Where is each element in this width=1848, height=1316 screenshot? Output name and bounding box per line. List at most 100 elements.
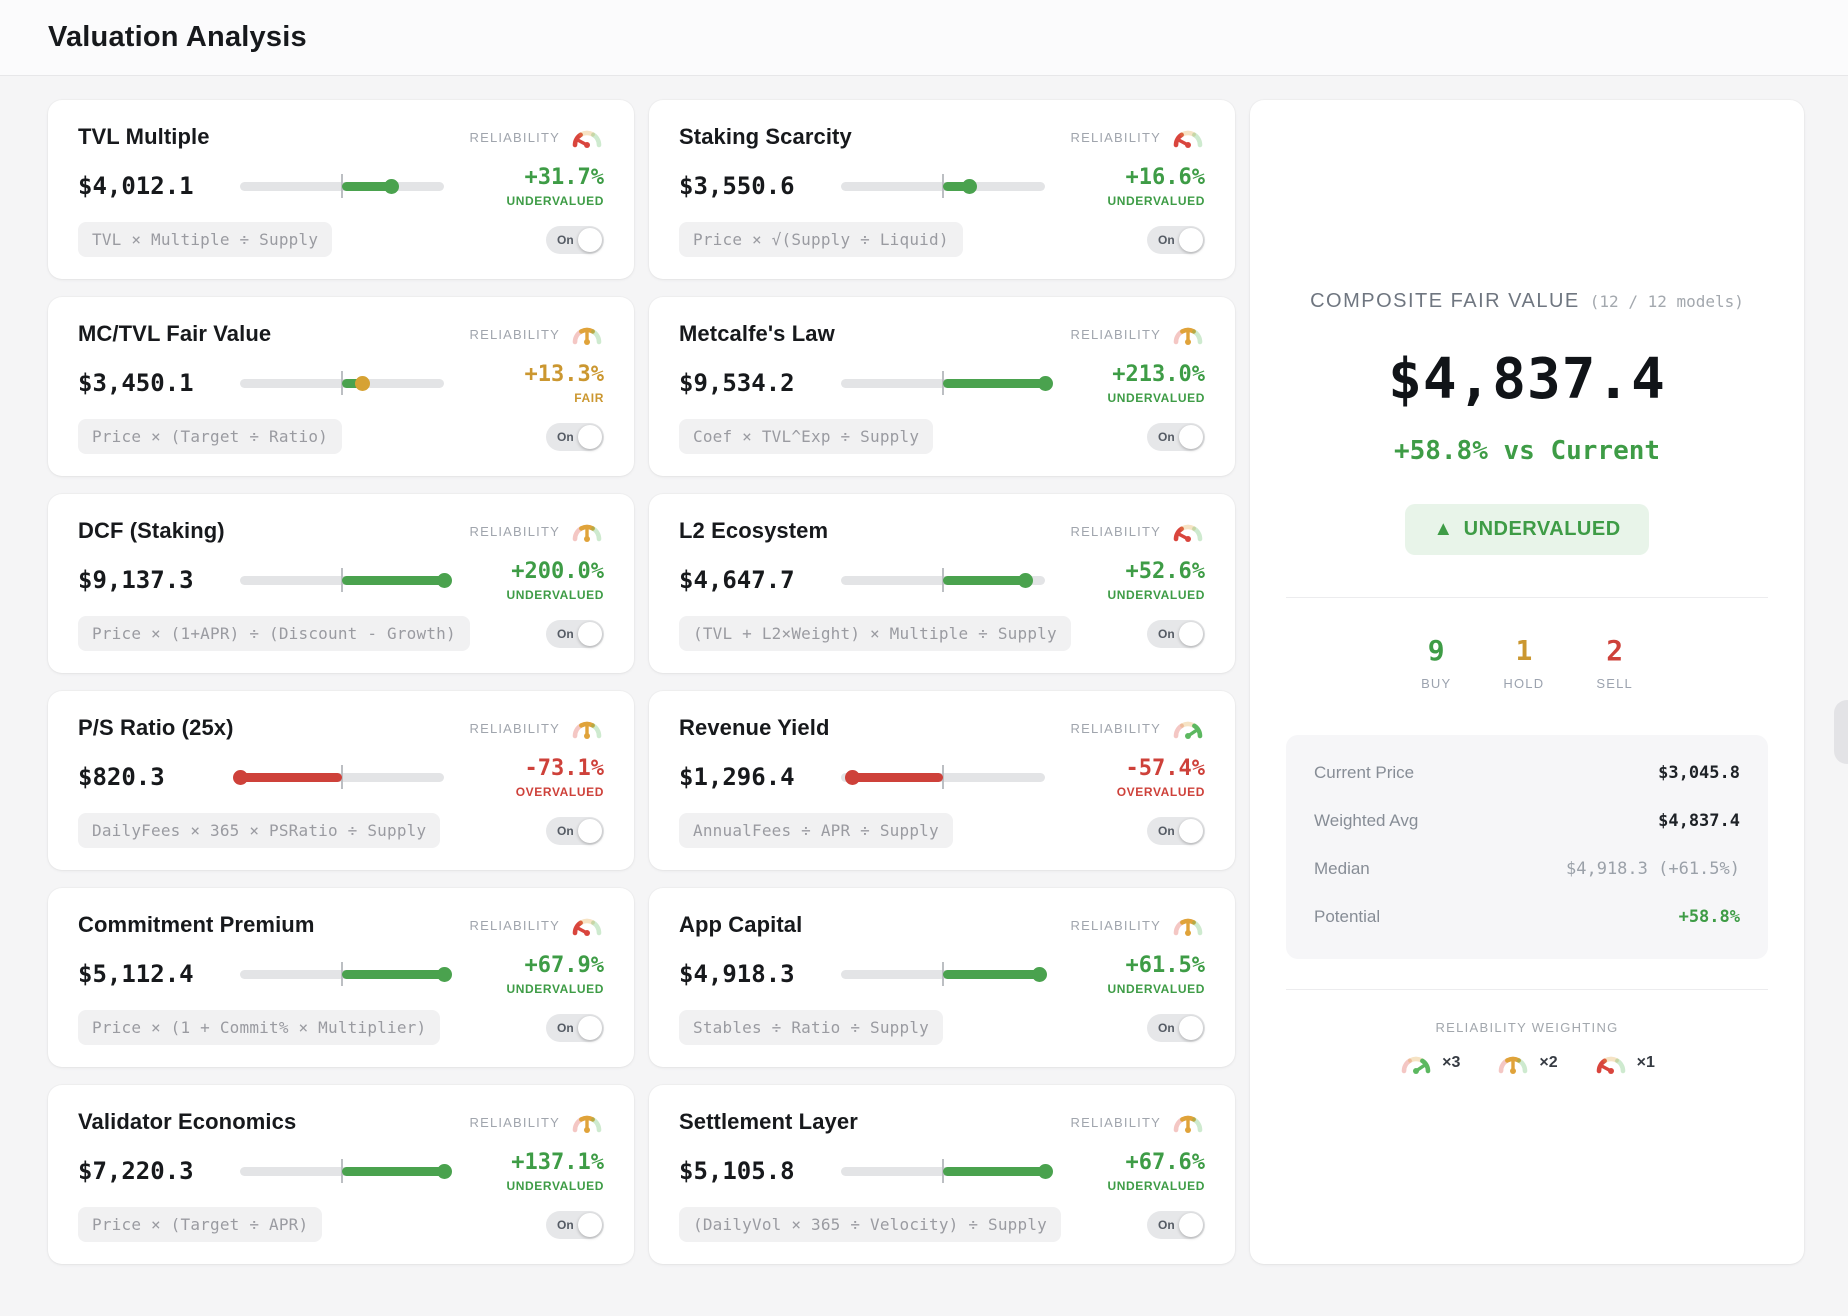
reliability-label: RELIABILITY <box>469 327 560 342</box>
slider-handle[interactable] <box>437 1164 452 1179</box>
model-toggle[interactable]: On <box>546 1211 604 1239</box>
valuation-slider[interactable] <box>240 961 444 987</box>
model-title: Settlement Layer <box>679 1109 858 1135</box>
weighting-multiplier: ×2 <box>1539 1054 1557 1072</box>
stat-label: Current Price <box>1314 763 1414 783</box>
model-toggle[interactable]: On <box>546 620 604 648</box>
reliability-gauge-icon <box>570 125 604 149</box>
model-fair-value: $9,534.2 <box>679 369 837 397</box>
model-toggle-label: On <box>1158 430 1175 444</box>
model-toggle-label: On <box>1158 1021 1175 1035</box>
reliability-label: RELIABILITY <box>1070 918 1161 933</box>
model-fair-value: $9,137.3 <box>78 566 236 594</box>
model-toggle-label: On <box>557 1021 574 1035</box>
model-formula: Price × √(Supply ÷ Liquid) <box>679 222 963 257</box>
model-status: UNDERVALUED <box>1063 391 1205 405</box>
model-toggle[interactable]: On <box>1147 620 1205 648</box>
weighting-multiplier: ×1 <box>1637 1054 1655 1072</box>
model-title: Commitment Premium <box>78 912 315 938</box>
signal-count-sell: 2 SELL <box>1596 634 1633 691</box>
valuation-slider[interactable] <box>240 173 444 199</box>
model-card: MC/TVL Fair Value RELIABILITY $3,450.1 +… <box>48 297 634 476</box>
valuation-slider[interactable] <box>841 173 1045 199</box>
model-card-grid: TVL Multiple RELIABILITY $4,012.1 +31.7%… <box>48 100 1235 1264</box>
slider-handle[interactable] <box>1038 376 1053 391</box>
model-formula: AnnualFees ÷ APR ÷ Supply <box>679 813 953 848</box>
signal-count-label: SELL <box>1596 676 1633 691</box>
valuation-slider[interactable] <box>240 1158 444 1184</box>
stat-label: Weighted Avg <box>1314 811 1418 831</box>
model-toggle-label: On <box>557 233 574 247</box>
slider-handle[interactable] <box>437 967 452 982</box>
model-pct: +52.6% <box>1063 559 1205 584</box>
model-toggle[interactable]: On <box>1147 817 1205 845</box>
model-formula: Price × (1+APR) ÷ (Discount - Growth) <box>78 616 470 651</box>
reliability-gauge-icon <box>1171 1110 1205 1134</box>
slider-handle[interactable] <box>1032 967 1047 982</box>
slider-handle[interactable] <box>1038 1164 1053 1179</box>
model-toggle[interactable]: On <box>1147 1211 1205 1239</box>
slider-fill <box>943 379 1045 388</box>
model-pct: +137.1% <box>462 1150 604 1175</box>
valuation-slider[interactable] <box>841 567 1045 593</box>
model-toggle[interactable]: On <box>546 1014 604 1042</box>
valuation-slider[interactable] <box>240 567 444 593</box>
signal-count-label: BUY <box>1421 676 1451 691</box>
reliability-gauge-icon <box>1594 1051 1628 1075</box>
model-status: UNDERVALUED <box>462 194 604 208</box>
model-toggle[interactable]: On <box>546 817 604 845</box>
model-toggle[interactable]: On <box>1147 1014 1205 1042</box>
signal-count-number: 9 <box>1421 634 1451 667</box>
slider-fill <box>853 773 943 782</box>
reliability-label: RELIABILITY <box>469 1115 560 1130</box>
model-toggle[interactable]: On <box>546 226 604 254</box>
slider-handle[interactable] <box>845 770 860 785</box>
model-card: P/S Ratio (25x) RELIABILITY $820.3 -73.1… <box>48 691 634 870</box>
model-fair-value: $4,647.7 <box>679 566 837 594</box>
model-toggle-knob <box>578 819 602 843</box>
composite-title-row: COMPOSITE FAIR VALUE (12 / 12 models) <box>1310 290 1744 313</box>
reliability-gauge-icon <box>1171 519 1205 543</box>
model-toggle-label: On <box>1158 824 1175 838</box>
signal-count-number: 2 <box>1596 634 1633 667</box>
model-formula: (TVL + L2×Weight) × Multiple ÷ Supply <box>679 616 1071 651</box>
model-toggle-label: On <box>557 1218 574 1232</box>
model-status: UNDERVALUED <box>462 1179 604 1193</box>
model-toggle[interactable]: On <box>546 423 604 451</box>
model-formula: (DailyVol × 365 ÷ Velocity) ÷ Supply <box>679 1207 1061 1242</box>
model-toggle[interactable]: On <box>1147 423 1205 451</box>
model-title: DCF (Staking) <box>78 518 225 544</box>
reliability-gauge-icon <box>570 1110 604 1134</box>
valuation-badge-label: UNDERVALUED <box>1464 518 1621 541</box>
model-card: App Capital RELIABILITY $4,918.3 +61.5% … <box>649 888 1235 1067</box>
valuation-slider[interactable] <box>240 764 444 790</box>
slider-handle[interactable] <box>384 179 399 194</box>
panel-divider <box>1286 989 1768 990</box>
valuation-slider[interactable] <box>841 961 1045 987</box>
slider-handle[interactable] <box>233 770 248 785</box>
valuation-slider[interactable] <box>841 764 1045 790</box>
model-card: Validator Economics RELIABILITY $7,220.3… <box>48 1085 634 1264</box>
scrollbar-thumb[interactable] <box>1834 700 1848 764</box>
model-toggle-knob <box>578 1016 602 1040</box>
stat-value: $4,837.4 <box>1658 811 1740 831</box>
model-status: UNDERVALUED <box>1063 982 1205 996</box>
stat-row: Median $4,918.3 (+61.5%) <box>1314 859 1740 879</box>
model-card: Settlement Layer RELIABILITY $5,105.8 +6… <box>649 1085 1235 1264</box>
signal-counts: 9 BUY1 HOLD2 SELL <box>1421 634 1633 691</box>
model-fair-value: $3,550.6 <box>679 172 837 200</box>
slider-handle[interactable] <box>355 376 370 391</box>
model-formula: TVL × Multiple ÷ Supply <box>78 222 332 257</box>
slider-handle[interactable] <box>962 179 977 194</box>
valuation-slider[interactable] <box>841 1158 1045 1184</box>
valuation-slider[interactable] <box>841 370 1045 396</box>
model-card: Staking Scarcity RELIABILITY $3,550.6 +1… <box>649 100 1235 279</box>
stat-label: Potential <box>1314 907 1380 927</box>
slider-handle[interactable] <box>1018 573 1033 588</box>
model-title: MC/TVL Fair Value <box>78 321 271 347</box>
valuation-slider[interactable] <box>240 370 444 396</box>
model-fair-value: $4,918.3 <box>679 960 837 988</box>
model-title: Staking Scarcity <box>679 124 852 150</box>
slider-handle[interactable] <box>437 573 452 588</box>
model-toggle[interactable]: On <box>1147 226 1205 254</box>
